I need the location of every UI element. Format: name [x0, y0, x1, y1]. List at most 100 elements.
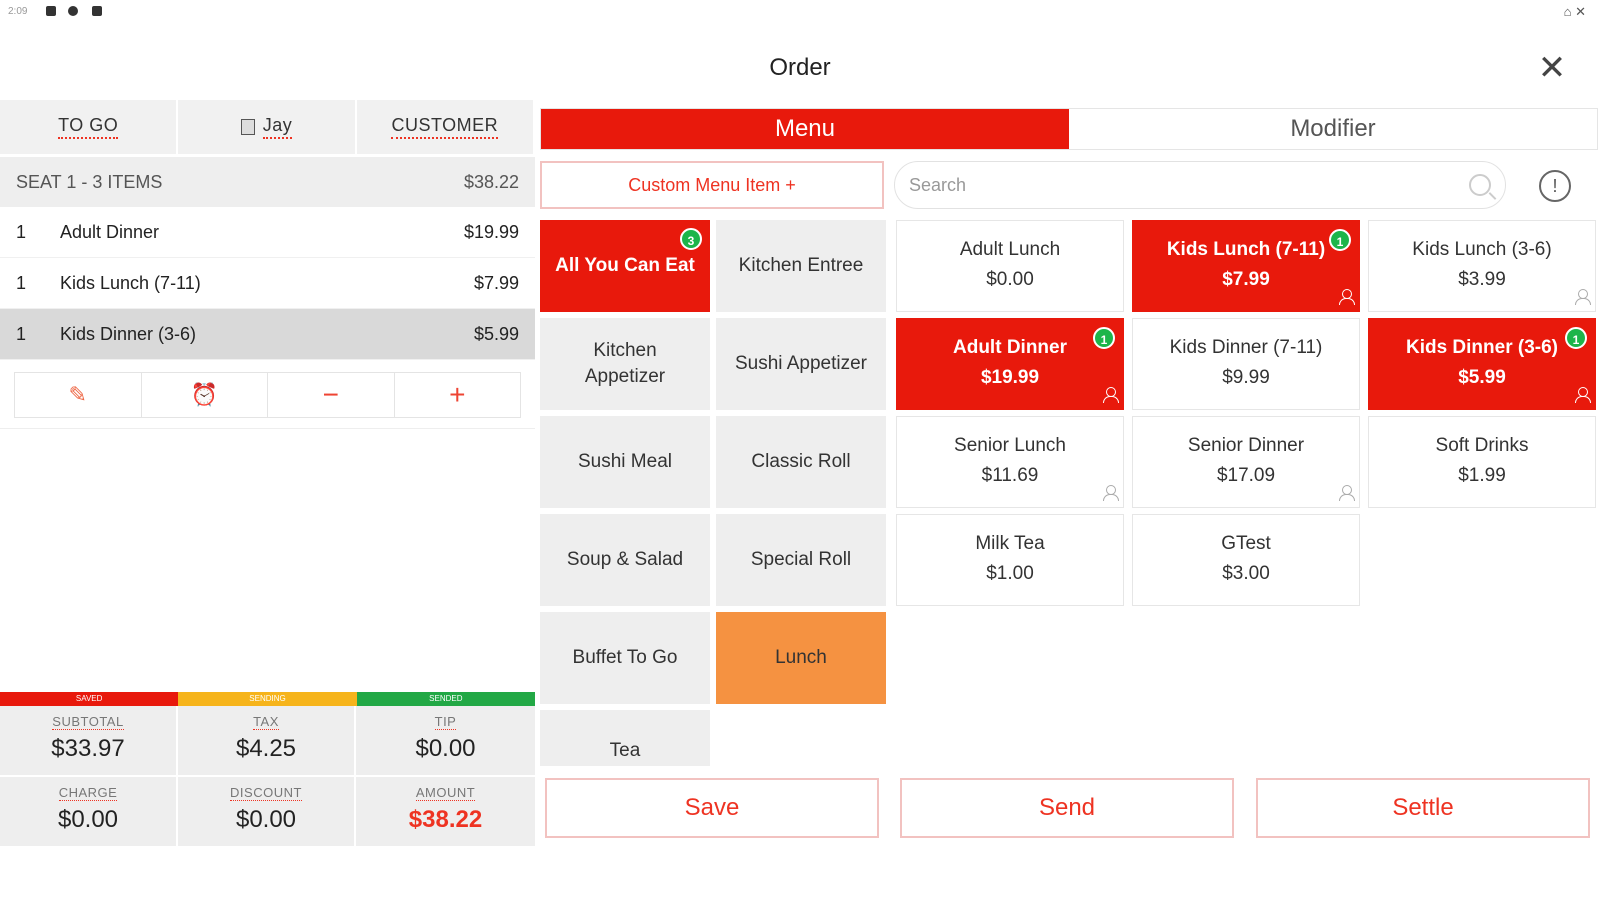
search-input[interactable] [909, 174, 1469, 196]
category-lunch[interactable]: Lunch [716, 612, 886, 704]
amount-value: $38.22 [408, 806, 483, 833]
menu-item-price: $19.99 [980, 367, 1040, 388]
totals-grid: SUBTOTAL $33.97 TAX $4.25 TIP $0.00 CHAR… [0, 706, 535, 848]
tab-customer[interactable]: CUSTOMER [356, 100, 535, 154]
menu-item-kids-lunch-3-6[interactable]: Kids Lunch (3-6) $3.99 [1368, 220, 1596, 312]
amount-label: AMOUNT [415, 785, 476, 801]
tab-customer-label: CUSTOMER [391, 115, 499, 139]
menu-item-price: $9.99 [1222, 367, 1270, 388]
person-icon [1339, 485, 1355, 501]
menu-item-name: Kids Lunch (3-6) [1412, 239, 1552, 260]
menu-item-adult-lunch[interactable]: Adult Lunch $0.00 [896, 220, 1124, 312]
system-icons: ⌂ ✕ [1563, 4, 1586, 19]
menu-item-name: Adult Lunch [959, 239, 1061, 260]
category-buffet-to-go[interactable]: Buffet To Go [540, 612, 710, 704]
tab-to-go-label: TO GO [58, 115, 119, 139]
discount-cell[interactable]: DISCOUNT $0.00 [178, 777, 356, 848]
seat-label: SEAT 1 - 3 ITEMS [16, 171, 163, 192]
order-line-item-selected[interactable]: 1 Kids Dinner (3-6) $5.99 [0, 309, 535, 360]
tab-to-go[interactable]: TO GO [0, 100, 179, 154]
server-badge-icon [240, 119, 255, 135]
menu-item-price: $7.99 [1222, 269, 1270, 290]
tab-modifier[interactable]: Modifier [1069, 109, 1597, 149]
count-badge: 1 [1565, 327, 1587, 349]
menu-item-adult-dinner[interactable]: Adult Dinner $19.99 1 [896, 318, 1124, 410]
menu-item-price: $1.99 [1458, 465, 1506, 486]
category-sushi-meal[interactable]: Sushi Meal [540, 416, 710, 508]
category-label: Classic Roll [751, 451, 851, 472]
timer-icon[interactable]: ⏰ [142, 373, 268, 417]
subtotal-label: SUBTOTAL [52, 714, 124, 730]
category-sushi-appetizer[interactable]: Sushi Appetizer [716, 318, 886, 410]
save-button[interactable]: Save [545, 778, 879, 838]
status-sending: SENDING [178, 692, 357, 706]
item-qty: 1 [16, 272, 27, 293]
item-qty: 1 [16, 323, 27, 344]
tab-menu[interactable]: Menu [541, 109, 1069, 149]
send-button[interactable]: Send [900, 778, 1234, 838]
tax-label: TAX [253, 714, 279, 730]
category-label: All You Can Eat [555, 255, 695, 276]
tax-value: $4.25 [235, 735, 297, 762]
discount-value: $0.00 [235, 806, 297, 833]
page-title: Order [769, 54, 831, 81]
edit-icon[interactable]: ✎ [15, 373, 142, 417]
notification-icon [46, 6, 56, 16]
person-icon [1339, 289, 1355, 305]
charge-cell[interactable]: CHARGE $0.00 [0, 777, 178, 848]
menu-item-senior-dinner[interactable]: Senior Dinner $17.09 [1132, 416, 1360, 508]
custom-menu-item-button[interactable]: Custom Menu Item + [540, 161, 884, 209]
count-badge: 1 [1329, 229, 1351, 251]
count-badge: 1 [1093, 327, 1115, 349]
status-time: 2:09 [8, 6, 28, 17]
search-icon[interactable] [1469, 174, 1491, 196]
category-soup-salad[interactable]: Soup & Salad [540, 514, 710, 606]
status-saved: SAVED [0, 692, 179, 706]
person-icon [1575, 289, 1591, 305]
order-line-item[interactable]: 1 Adult Dinner $19.99 [0, 207, 535, 258]
tip-cell[interactable]: TIP $0.00 [356, 706, 535, 777]
status-bar: 2:09 ⌂ ✕ [0, 0, 1600, 30]
category-all-you-can-eat[interactable]: All You Can Eat 3 [540, 220, 710, 312]
title-bar: Order ✕ [0, 40, 1600, 98]
menu-item-milk-tea[interactable]: Milk Tea $1.00 [896, 514, 1124, 606]
status-sended: SENDED [356, 692, 535, 706]
category-classic-roll[interactable]: Classic Roll [716, 416, 886, 508]
menu-item-name: Kids Dinner (7-11) [1169, 337, 1323, 358]
discount-label: DISCOUNT [230, 785, 302, 801]
item-actions: ✎ ⏰ − + [14, 372, 521, 418]
category-special-roll[interactable]: Special Roll [716, 514, 886, 606]
category-tea[interactable]: Tea [540, 710, 710, 766]
increase-button[interactable]: + [395, 373, 521, 417]
menu-item-kids-dinner-3-6[interactable]: Kids Dinner (3-6) $5.99 1 [1368, 318, 1596, 410]
menu-item-price: $0.00 [986, 269, 1034, 290]
settle-button[interactable]: Settle [1256, 778, 1590, 838]
menu-item-name: Senior Lunch [954, 435, 1066, 456]
charge-label: CHARGE [58, 785, 118, 801]
category-label: Buffet To Go [572, 647, 678, 668]
category-kitchen-entree[interactable]: Kitchen Entree [716, 220, 886, 312]
menu-item-senior-lunch[interactable]: Senior Lunch $11.69 [896, 416, 1124, 508]
seat-header[interactable]: SEAT 1 - 3 ITEMS $38.22 [0, 157, 535, 207]
item-qty: 1 [16, 221, 27, 242]
info-icon[interactable]: ! [1539, 170, 1571, 202]
close-icon[interactable]: ✕ [1534, 50, 1570, 86]
tab-server[interactable]: Jay [178, 100, 357, 154]
menu-item-price: $11.69 [981, 465, 1039, 486]
menu-modifier-tabs: Menu Modifier [540, 108, 1598, 150]
sync-icon [68, 6, 78, 16]
category-kitchen-appetizer[interactable]: Kitchen Appetizer [540, 318, 710, 410]
category-label: Sushi Meal [578, 451, 672, 472]
subtotal-value: $33.97 [51, 735, 125, 762]
item-price: $7.99 [473, 272, 519, 293]
lock-icon [92, 6, 102, 16]
menu-item-soft-drinks[interactable]: Soft Drinks $1.99 [1368, 416, 1596, 508]
category-label: Soup & Salad [566, 549, 684, 570]
charge-value: $0.00 [57, 806, 119, 833]
menu-item-kids-dinner-7-11[interactable]: Kids Dinner (7-11) $9.99 [1132, 318, 1360, 410]
item-price: $5.99 [473, 323, 519, 344]
order-line-item[interactable]: 1 Kids Lunch (7-11) $7.99 [0, 258, 535, 309]
menu-item-kids-lunch-7-11[interactable]: Kids Lunch (7-11) $7.99 1 [1132, 220, 1360, 312]
menu-item-gtest[interactable]: GTest $3.00 [1132, 514, 1360, 606]
decrease-button[interactable]: − [268, 373, 395, 417]
